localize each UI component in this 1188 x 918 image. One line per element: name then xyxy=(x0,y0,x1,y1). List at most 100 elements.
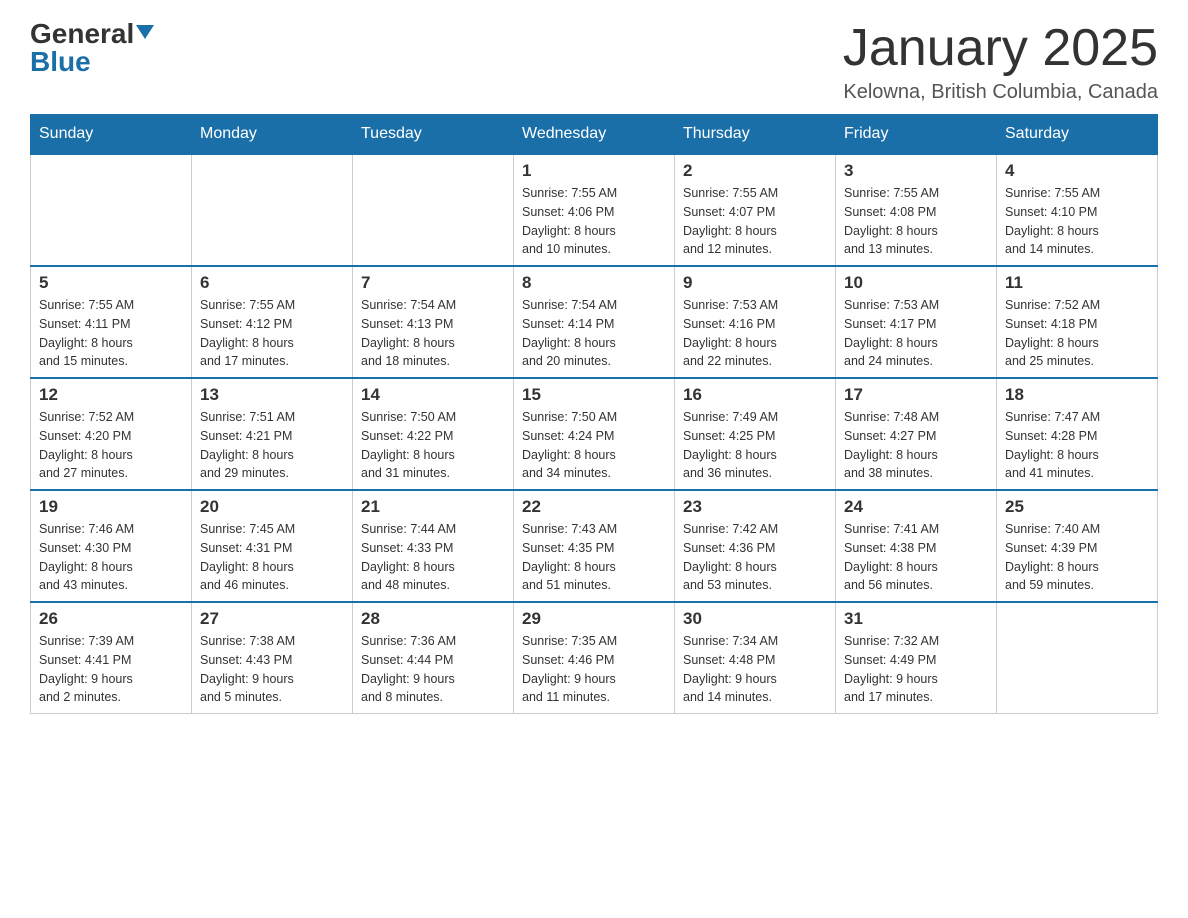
day-number: 14 xyxy=(361,385,505,405)
title-section: January 2025 Kelowna, British Columbia, … xyxy=(843,20,1158,104)
calendar-cell: 31Sunrise: 7:32 AM Sunset: 4:49 PM Dayli… xyxy=(836,602,997,714)
calendar-week-row: 12Sunrise: 7:52 AM Sunset: 4:20 PM Dayli… xyxy=(31,378,1158,490)
day-info: Sunrise: 7:55 AM Sunset: 4:11 PM Dayligh… xyxy=(39,296,183,371)
calendar-cell: 27Sunrise: 7:38 AM Sunset: 4:43 PM Dayli… xyxy=(192,602,353,714)
day-number: 22 xyxy=(522,497,666,517)
calendar-cell: 17 Sunrise: 7:48 AM Sunset: 4:27 PM Dayli… xyxy=(836,378,997,490)
day-number: 28 xyxy=(361,609,505,629)
calendar-cell: 22 Sunrise: 7:43 AM Sunset: 4:35 PM Dayli… xyxy=(514,490,675,602)
logo-triangle-icon xyxy=(136,25,154,39)
calendar-cell: 19 Sunrise: 7:46 AM Sunset: 4:30 PM Dayli… xyxy=(31,490,192,602)
calendar-cell xyxy=(353,154,514,266)
day-info: Sunrise: 7:43 AM Sunset: 4:35 PM Dayligh… xyxy=(522,520,666,595)
day-of-week-header: Tuesday xyxy=(353,115,514,155)
day-number: 18 xyxy=(1005,385,1149,405)
day-of-week-header: Wednesday xyxy=(514,115,675,155)
calendar-cell: 4Sunrise: 7:55 AM Sunset: 4:10 PM Daylig… xyxy=(997,154,1158,266)
day-info: Sunrise: 7:53 AM Sunset: 4:17 PM Dayligh… xyxy=(844,296,988,371)
calendar-cell: 18 Sunrise: 7:47 AM Sunset: 4:28 PM Dayli… xyxy=(997,378,1158,490)
day-of-week-header: Sunday xyxy=(31,115,192,155)
day-info: Sunrise: 7:53 AM Sunset: 4:16 PM Dayligh… xyxy=(683,296,827,371)
day-info: Sunrise: 7:40 AM Sunset: 4:39 PM Dayligh… xyxy=(1005,520,1149,595)
day-info: Sunrise: 7:49 AM Sunset: 4:25 PM Dayligh… xyxy=(683,408,827,483)
calendar-cell: 15Sunrise: 7:50 AM Sunset: 4:24 PM Dayli… xyxy=(514,378,675,490)
calendar-cell xyxy=(31,154,192,266)
day-info: Sunrise: 7:55 AM Sunset: 4:07 PM Dayligh… xyxy=(683,184,827,259)
calendar-week-row: 26 Sunrise: 7:39 AM Sunset: 4:41 PM Dayli… xyxy=(31,602,1158,714)
day-info: Sunrise: 7:36 AM Sunset: 4:44 PM Dayligh… xyxy=(361,632,505,707)
logo-text: GeneralBlue xyxy=(30,20,154,76)
day-number: 5 xyxy=(39,273,183,293)
calendar-header-row: SundayMondayTuesdayWednesdayThursdayFrid… xyxy=(31,115,1158,155)
day-info: Sunrise: 7:50 AM Sunset: 4:24 PM Dayligh… xyxy=(522,408,666,483)
calendar-cell: 10 Sunrise: 7:53 AM Sunset: 4:17 PM Dayli… xyxy=(836,266,997,378)
calendar-cell: 2Sunrise: 7:55 AM Sunset: 4:07 PM Daylig… xyxy=(675,154,836,266)
page-header: GeneralBlue January 2025 Kelowna, Britis… xyxy=(30,20,1158,104)
calendar-cell: 28 Sunrise: 7:36 AM Sunset: 4:44 PM Dayli… xyxy=(353,602,514,714)
day-number: 20 xyxy=(200,497,344,517)
day-number: 21 xyxy=(361,497,505,517)
day-info: Sunrise: 7:35 AM Sunset: 4:46 PM Dayligh… xyxy=(522,632,666,707)
calendar-cell: 30 Sunrise: 7:34 AM Sunset: 4:48 PM Dayli… xyxy=(675,602,836,714)
day-info: Sunrise: 7:34 AM Sunset: 4:48 PM Dayligh… xyxy=(683,632,827,707)
day-info: Sunrise: 7:54 AM Sunset: 4:13 PM Dayligh… xyxy=(361,296,505,371)
month-title: January 2025 xyxy=(843,20,1158,77)
day-number: 23 xyxy=(683,497,827,517)
day-info: Sunrise: 7:50 AM Sunset: 4:22 PM Dayligh… xyxy=(361,408,505,483)
day-number: 8 xyxy=(522,273,666,293)
day-info: Sunrise: 7:55 AM Sunset: 4:10 PM Dayligh… xyxy=(1005,184,1149,259)
day-number: 19 xyxy=(39,497,183,517)
day-number: 7 xyxy=(361,273,505,293)
location: Kelowna, British Columbia, Canada xyxy=(843,81,1158,104)
day-info: Sunrise: 7:55 AM Sunset: 4:06 PM Dayligh… xyxy=(522,184,666,259)
calendar-cell: 24 Sunrise: 7:41 AM Sunset: 4:38 PM Dayli… xyxy=(836,490,997,602)
day-info: Sunrise: 7:44 AM Sunset: 4:33 PM Dayligh… xyxy=(361,520,505,595)
calendar-cell: 1 Sunrise: 7:55 AM Sunset: 4:06 PM Daylig… xyxy=(514,154,675,266)
day-number: 13 xyxy=(200,385,344,405)
day-of-week-header: Thursday xyxy=(675,115,836,155)
day-number: 30 xyxy=(683,609,827,629)
calendar-cell: 20 Sunrise: 7:45 AM Sunset: 4:31 PM Dayli… xyxy=(192,490,353,602)
day-info: Sunrise: 7:55 AM Sunset: 4:08 PM Dayligh… xyxy=(844,184,988,259)
day-info: Sunrise: 7:41 AM Sunset: 4:38 PM Dayligh… xyxy=(844,520,988,595)
calendar-cell: 23Sunrise: 7:42 AM Sunset: 4:36 PM Dayli… xyxy=(675,490,836,602)
day-of-week-header: Friday xyxy=(836,115,997,155)
day-number: 6 xyxy=(200,273,344,293)
day-number: 24 xyxy=(844,497,988,517)
day-info: Sunrise: 7:46 AM Sunset: 4:30 PM Dayligh… xyxy=(39,520,183,595)
calendar-week-row: 19 Sunrise: 7:46 AM Sunset: 4:30 PM Dayli… xyxy=(31,490,1158,602)
day-number: 26 xyxy=(39,609,183,629)
day-number: 12 xyxy=(39,385,183,405)
day-number: 3 xyxy=(844,161,988,181)
day-number: 16 xyxy=(683,385,827,405)
calendar-cell: 25 Sunrise: 7:40 AM Sunset: 4:39 PM Dayli… xyxy=(997,490,1158,602)
day-info: Sunrise: 7:48 AM Sunset: 4:27 PM Dayligh… xyxy=(844,408,988,483)
calendar-cell: 8Sunrise: 7:54 AM Sunset: 4:14 PM Daylig… xyxy=(514,266,675,378)
day-number: 11 xyxy=(1005,273,1149,293)
day-info: Sunrise: 7:51 AM Sunset: 4:21 PM Dayligh… xyxy=(200,408,344,483)
calendar-cell: 14 Sunrise: 7:50 AM Sunset: 4:22 PM Dayli… xyxy=(353,378,514,490)
day-number: 25 xyxy=(1005,497,1149,517)
calendar-cell: 6Sunrise: 7:55 AM Sunset: 4:12 PM Daylig… xyxy=(192,266,353,378)
day-info: Sunrise: 7:47 AM Sunset: 4:28 PM Dayligh… xyxy=(1005,408,1149,483)
day-info: Sunrise: 7:39 AM Sunset: 4:41 PM Dayligh… xyxy=(39,632,183,707)
day-of-week-header: Saturday xyxy=(997,115,1158,155)
day-number: 29 xyxy=(522,609,666,629)
calendar-cell: 26 Sunrise: 7:39 AM Sunset: 4:41 PM Dayli… xyxy=(31,602,192,714)
day-number: 10 xyxy=(844,273,988,293)
calendar-cell: 21 Sunrise: 7:44 AM Sunset: 4:33 PM Dayli… xyxy=(353,490,514,602)
calendar-cell: 13 Sunrise: 7:51 AM Sunset: 4:21 PM Dayli… xyxy=(192,378,353,490)
day-number: 31 xyxy=(844,609,988,629)
calendar-cell xyxy=(997,602,1158,714)
calendar-cell: 9 Sunrise: 7:53 AM Sunset: 4:16 PM Daylig… xyxy=(675,266,836,378)
logo-blue-text: Blue xyxy=(30,46,91,77)
calendar-cell: 29 Sunrise: 7:35 AM Sunset: 4:46 PM Dayli… xyxy=(514,602,675,714)
day-number: 9 xyxy=(683,273,827,293)
day-info: Sunrise: 7:45 AM Sunset: 4:31 PM Dayligh… xyxy=(200,520,344,595)
calendar-cell: 12Sunrise: 7:52 AM Sunset: 4:20 PM Dayli… xyxy=(31,378,192,490)
calendar-cell xyxy=(192,154,353,266)
day-number: 27 xyxy=(200,609,344,629)
calendar-table: SundayMondayTuesdayWednesdayThursdayFrid… xyxy=(30,114,1158,714)
day-number: 1 xyxy=(522,161,666,181)
day-number: 17 xyxy=(844,385,988,405)
